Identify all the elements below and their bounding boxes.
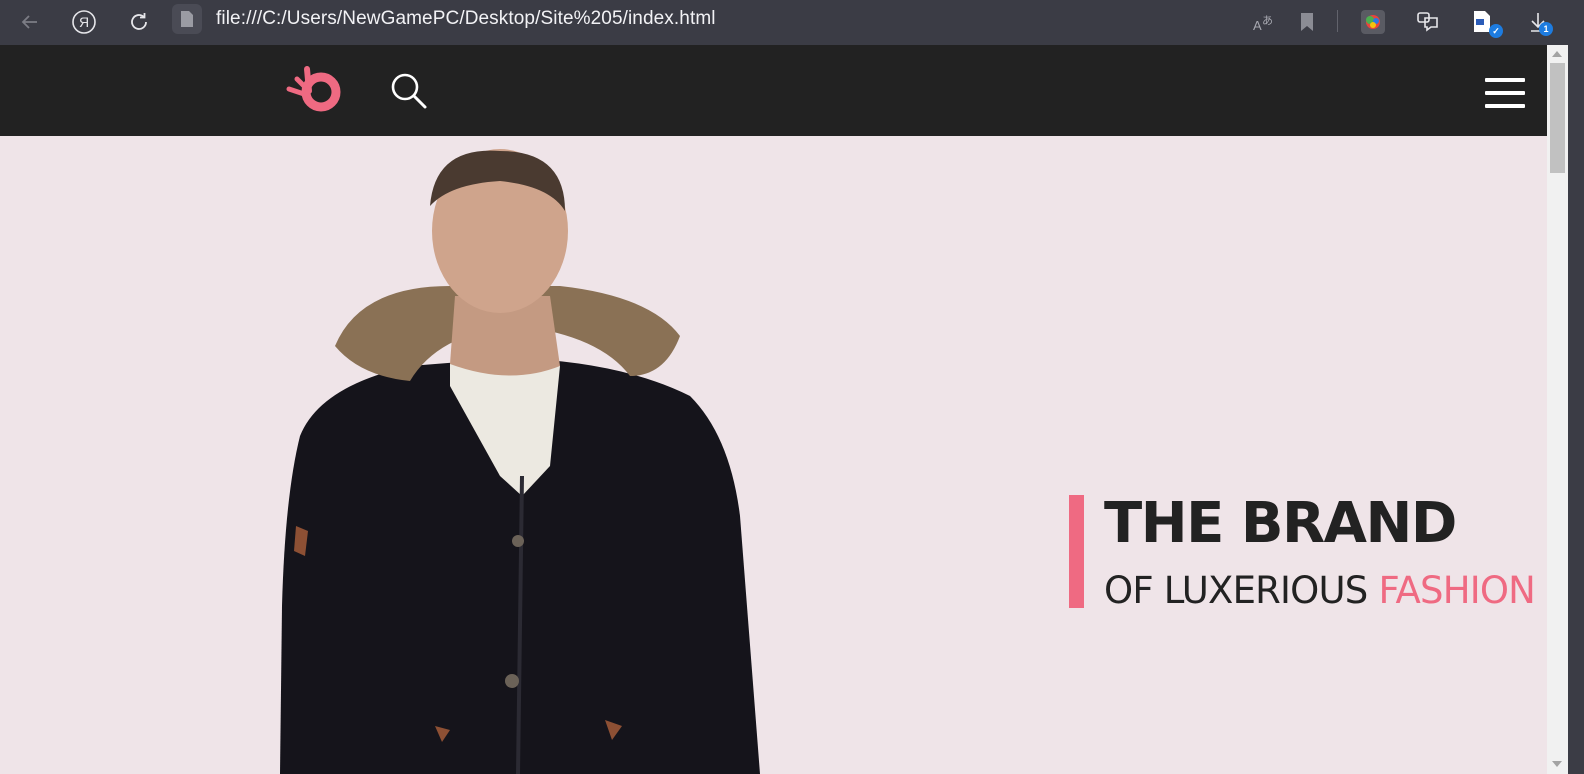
browser-toolbar: Я file:///C:/Users/NewGamePC/Desktop/Sit… xyxy=(0,0,1584,45)
hero-subtitle-accent: FASHION xyxy=(1378,569,1536,612)
headline-accent-bar xyxy=(1069,495,1084,608)
menu-icon-bar-bottom xyxy=(1485,104,1525,108)
url-text[interactable]: file:///C:/Users/NewGamePC/Desktop/Site%… xyxy=(216,8,716,30)
address-bar[interactable]: file:///C:/Users/NewGamePC/Desktop/Site%… xyxy=(172,4,716,34)
hero-model-image xyxy=(260,136,780,774)
translate-icon[interactable]: Aあ xyxy=(1246,4,1282,40)
yandex-icon[interactable]: Я xyxy=(66,4,102,40)
svg-text:あ: あ xyxy=(1262,14,1273,27)
window-right-edge xyxy=(1568,0,1584,774)
hero-subtitle: OF LUXERIOUS FASHION xyxy=(1104,569,1536,613)
menu-icon[interactable] xyxy=(1485,78,1527,110)
scroll-up-arrow-icon[interactable] xyxy=(1552,51,1562,57)
file-page-icon[interactable] xyxy=(172,4,202,34)
svg-text:Я: Я xyxy=(79,14,89,30)
check-badge-icon: ✓ xyxy=(1489,24,1503,38)
hero-title: THE BRAND xyxy=(1104,491,1457,556)
page-scrollbar[interactable] xyxy=(1547,45,1568,774)
toolbar-separator xyxy=(1337,10,1338,32)
downloads-count-badge: 1 xyxy=(1539,22,1553,36)
menu-icon-bar-middle xyxy=(1485,91,1525,95)
svg-text:A: A xyxy=(1253,18,1262,33)
downloads-icon[interactable]: 1 xyxy=(1520,4,1556,40)
extension-icon[interactable] xyxy=(1355,4,1391,40)
hero-subtitle-prefix: OF LUXERIOUS xyxy=(1104,569,1368,612)
search-icon[interactable] xyxy=(388,71,428,111)
scroll-down-arrow-icon[interactable] xyxy=(1552,761,1562,767)
reload-icon[interactable] xyxy=(121,4,157,40)
hero-section: THE BRAND OF LUXERIOUS FASHION xyxy=(0,136,1547,774)
site-header xyxy=(0,45,1547,136)
document-extension-icon[interactable]: ✓ xyxy=(1464,4,1503,40)
bookmark-icon[interactable] xyxy=(1289,4,1325,40)
scrollbar-thumb[interactable] xyxy=(1550,63,1565,173)
chat-icon[interactable] xyxy=(1410,4,1446,40)
menu-icon-bar-top xyxy=(1485,78,1525,82)
brand-logo[interactable] xyxy=(285,65,345,117)
back-icon[interactable] xyxy=(12,4,48,40)
